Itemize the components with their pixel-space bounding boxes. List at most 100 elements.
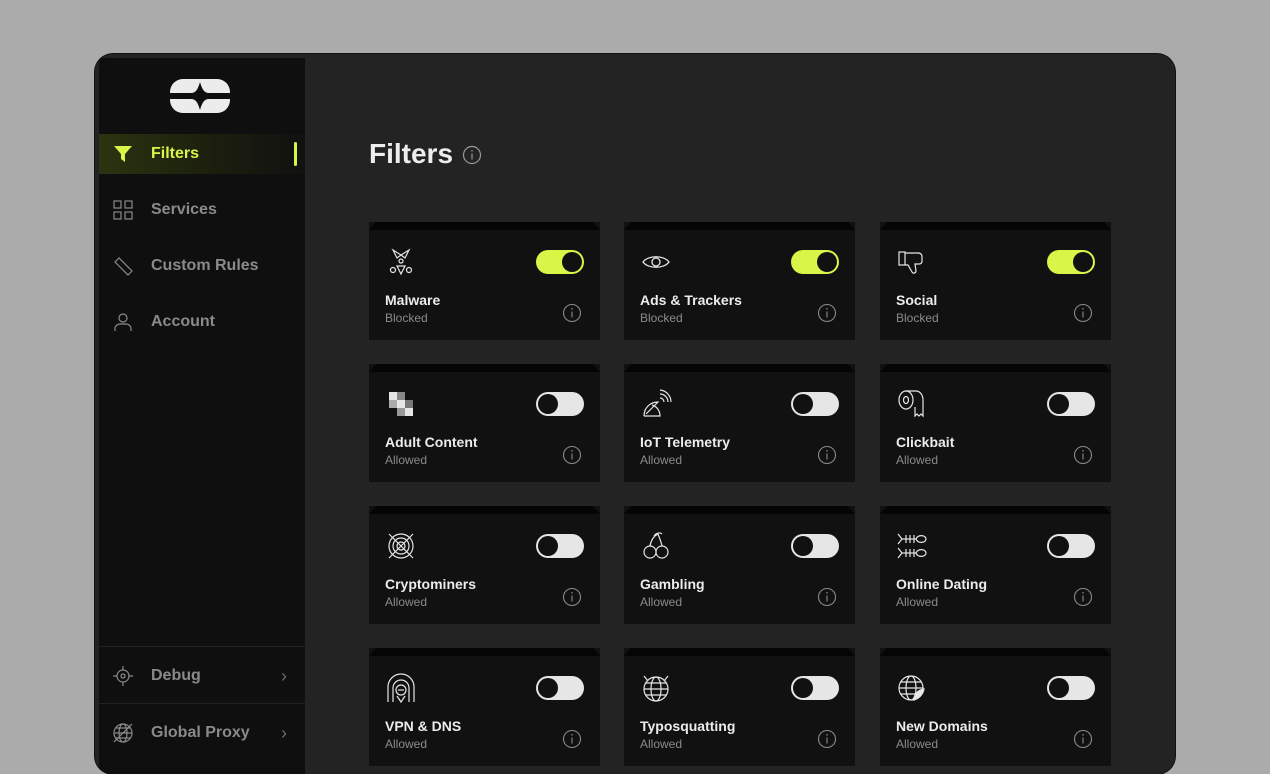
grid-icon	[112, 199, 134, 221]
filter-status: Blocked	[385, 311, 428, 325]
filter-status: Allowed	[896, 453, 939, 467]
thumbs-down-icon	[898, 251, 923, 274]
filter-toggle[interactable]	[1047, 676, 1095, 700]
sidebar-item-label: Filters	[151, 145, 200, 162]
filter-status: Allowed	[385, 595, 428, 609]
info-icon[interactable]	[462, 145, 482, 165]
filter-card-vpn-dns: VPN & DNS Allowed	[369, 648, 600, 766]
info-icon[interactable]	[817, 303, 837, 323]
toggle-knob	[817, 252, 837, 272]
sidebar-item-services[interactable]: Services	[99, 190, 305, 230]
toggle-knob	[1073, 252, 1093, 272]
info-icon[interactable]	[562, 445, 582, 465]
card-tab	[880, 222, 1111, 230]
filter-toggle[interactable]	[536, 250, 584, 274]
devil-globe-icon	[643, 675, 669, 702]
radiation-icon	[389, 248, 413, 276]
filter-toggle[interactable]	[536, 392, 584, 416]
filter-name: Cryptominers	[385, 576, 477, 592]
cherries-icon	[643, 532, 669, 559]
tunnel-icon	[387, 673, 415, 704]
info-icon[interactable]	[1073, 303, 1093, 323]
sidebar-item-label: Global Proxy	[151, 724, 250, 741]
filter-status: Allowed	[385, 737, 428, 751]
filter-name: Adult Content	[385, 434, 478, 450]
crosshair-icon	[112, 665, 134, 687]
sidebar-item-account[interactable]: Account	[99, 302, 305, 342]
filter-name: Gambling	[640, 576, 705, 592]
toggle-knob	[1049, 536, 1069, 556]
card-tab	[624, 506, 855, 514]
filter-name: IoT Telemetry	[640, 434, 730, 450]
filter-card-typosquatting: Typosquatting Allowed	[624, 648, 855, 766]
toggle-knob	[562, 252, 582, 272]
toggle-knob	[793, 678, 813, 698]
filter-card-ads-trackers: Ads & Trackers Blocked	[624, 222, 855, 340]
info-icon[interactable]	[817, 445, 837, 465]
filter-status: Allowed	[896, 737, 939, 751]
toggle-knob	[538, 394, 558, 414]
filter-card-social: Social Blocked	[880, 222, 1111, 340]
filter-card-cryptominers: Cryptominers Allowed	[369, 506, 600, 624]
info-icon[interactable]	[817, 587, 837, 607]
toggle-knob	[793, 394, 813, 414]
sidebar-item-debug[interactable]: Debug ›	[99, 656, 305, 696]
info-icon[interactable]	[562, 729, 582, 749]
toggle-knob	[538, 536, 558, 556]
sidebar-divider	[99, 646, 305, 647]
filter-name: Clickbait	[896, 434, 955, 450]
page-title: Filters	[369, 138, 454, 169]
info-icon[interactable]	[1073, 729, 1093, 749]
toilet-paper-icon	[898, 390, 924, 418]
sidebar-item-label: Account	[151, 313, 215, 330]
eye-icon	[642, 256, 670, 268]
card-tab	[624, 648, 855, 656]
filter-name: Social	[896, 292, 938, 308]
filter-toggle[interactable]	[1047, 392, 1095, 416]
filter-toggle[interactable]	[536, 534, 584, 558]
sidebar: Filters Services Custom Rules Account De…	[99, 58, 305, 774]
filter-toggle[interactable]	[791, 250, 839, 274]
sidebar-item-custom-rules[interactable]: Custom Rules	[99, 246, 305, 286]
filter-status: Allowed	[896, 595, 939, 609]
filter-name: New Domains	[896, 718, 988, 734]
info-icon[interactable]	[1073, 445, 1093, 465]
filter-toggle[interactable]	[536, 676, 584, 700]
filter-name: Ads & Trackers	[640, 292, 742, 308]
filter-card-online-dating: Online Dating Allowed	[880, 506, 1111, 624]
filter-name: VPN & DNS	[385, 718, 462, 734]
info-icon[interactable]	[562, 303, 582, 323]
sidebar-item-label: Custom Rules	[151, 257, 259, 274]
filter-card-gambling: Gambling Allowed	[624, 506, 855, 624]
card-tab	[369, 222, 600, 230]
card-tab	[624, 222, 855, 230]
satellite-dish-icon	[643, 389, 672, 417]
sidebar-item-label: Services	[151, 201, 217, 218]
pixelated-icon	[389, 392, 413, 416]
filter-toggle[interactable]	[1047, 534, 1095, 558]
info-icon[interactable]	[817, 729, 837, 749]
card-tab	[369, 648, 600, 656]
card-tab	[880, 648, 1111, 656]
filter-card-new-domains: New Domains Allowed	[880, 648, 1111, 766]
info-icon[interactable]	[1073, 587, 1093, 607]
filter-toggle[interactable]	[1047, 250, 1095, 274]
app-logo	[170, 79, 230, 113]
filter-status: Blocked	[640, 311, 683, 325]
sidebar-item-filters[interactable]: Filters	[99, 134, 305, 174]
card-tab	[369, 364, 600, 372]
filter-card-adult-content: Adult Content Allowed	[369, 364, 600, 482]
chevron-right-icon: ›	[281, 665, 287, 686]
card-tab	[880, 364, 1111, 372]
filter-toggle[interactable]	[791, 534, 839, 558]
toggle-knob	[1049, 678, 1069, 698]
sidebar-item-global-proxy[interactable]: Global Proxy ›	[99, 713, 305, 753]
sidebar-item-label: Debug	[151, 667, 201, 684]
filter-toggle[interactable]	[791, 392, 839, 416]
info-icon[interactable]	[562, 587, 582, 607]
filter-toggle[interactable]	[791, 676, 839, 700]
filter-name: Malware	[385, 292, 441, 308]
filter-card-malware: Malware Blocked	[369, 222, 600, 340]
filter-status: Blocked	[896, 311, 939, 325]
filter-icon	[112, 143, 134, 165]
